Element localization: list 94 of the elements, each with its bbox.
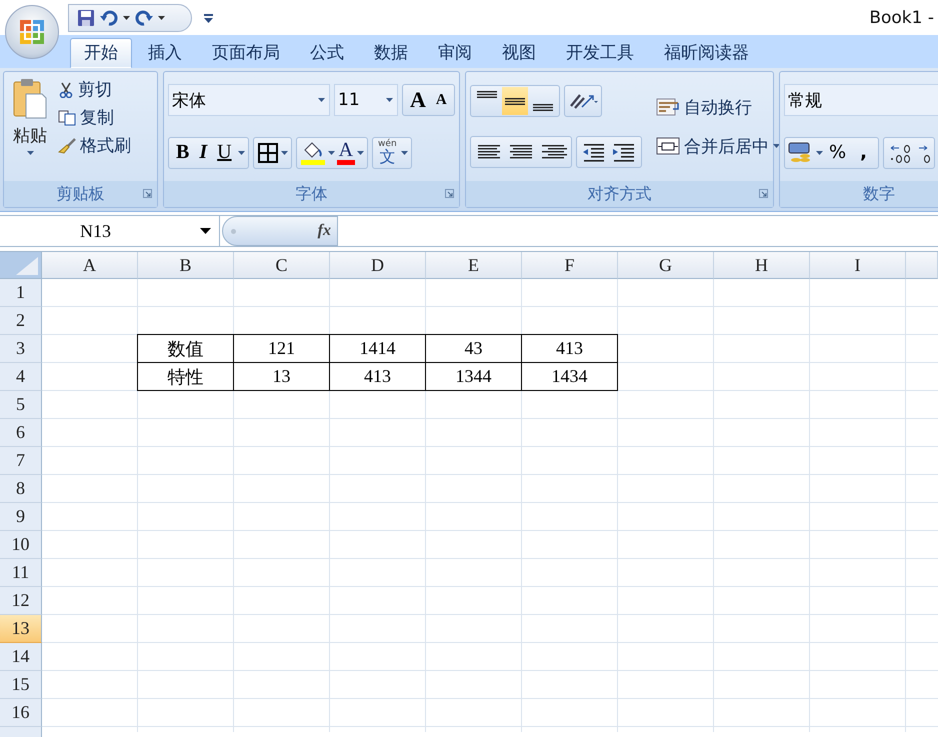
table-cell: 数值 [137,334,234,363]
clipboard-action-button[interactable]: 格式刷 [56,132,133,159]
clipboard-action-button[interactable]: 剪切 [56,76,133,103]
dialog-launcher-icon[interactable] [445,189,454,198]
table-cell: 1434 [521,362,618,391]
ribbon-tab[interactable]: 开发工具 [552,38,648,68]
caret-icon [357,150,364,155]
row-header[interactable]: 4 [0,363,42,391]
merge-cells-icon [656,137,680,155]
clipboard-action-button[interactable]: 复制 [56,104,133,131]
column-header[interactable]: H [714,252,810,279]
column-header[interactable]: E [426,252,522,279]
row-header[interactable]: 12 [0,587,42,615]
dropdown-arrow-icon [200,228,211,234]
column-header[interactable]: D [330,252,426,279]
column-header[interactable]: C [234,252,330,279]
column-header[interactable]: I [810,252,906,279]
row-header[interactable]: 13 [0,615,42,643]
office-logo-icon [17,17,47,47]
ribbon-tab[interactable]: 审阅 [424,38,486,68]
row-header[interactable]: 7 [0,447,42,475]
dialog-launcher-icon[interactable] [143,189,152,198]
shrink-font-button[interactable]: A [432,92,451,109]
caret-icon [318,98,325,102]
percent-button[interactable]: % [825,142,850,164]
caret-icon [328,150,335,155]
office-button[interactable] [5,5,59,59]
copy-icon [58,110,76,126]
caret-icon [773,144,780,148]
row-header[interactable]: 14 [0,643,42,671]
grow-font-button[interactable]: A [406,87,430,114]
borders-icon[interactable] [256,142,279,164]
group-label: 数字 [863,184,895,204]
font-style-button[interactable]: I [195,141,212,164]
window-title: Book1 - [869,8,935,28]
row-header[interactable]: 8 [0,475,42,503]
column-header[interactable]: A [42,252,138,279]
vertical-align-button[interactable] [502,87,528,116]
brush-icon [58,138,76,154]
save-icon[interactable] [77,8,95,26]
ribbon-tab[interactable]: 视图 [488,38,550,68]
row-header[interactable]: 1 [0,279,42,307]
row-header[interactable]: 9 [0,503,42,531]
comma-style-button[interactable]: , [852,142,875,164]
column-header[interactable]: G [618,252,714,279]
group-label: 对齐方式 [588,184,652,204]
scissors-icon [58,82,74,98]
table-cell: 413 [521,334,618,363]
ribbon-tab[interactable]: 开始 [70,38,132,68]
ribbon-tab[interactable]: 插入 [134,38,196,68]
fill-color-icon[interactable] [300,140,326,166]
redo-icon[interactable] [135,8,153,26]
insert-function-button[interactable]: fx [222,216,338,246]
group-label: 剪贴板 [56,184,104,204]
align-icon [533,104,553,112]
row-header[interactable]: 15 [0,671,42,699]
font-style-button[interactable]: B [172,141,194,164]
clipboard-icon [12,78,48,120]
column-header[interactable]: F [522,252,618,279]
name-box[interactable]: N13 [0,216,220,246]
undo-icon[interactable] [100,8,118,26]
triangle-icon [16,257,38,275]
row-header[interactable]: 6 [0,419,42,447]
number-format-field[interactable]: 常规 [784,84,938,116]
align-icon [505,98,525,105]
group-label: 字体 [296,184,328,204]
caret-icon [386,98,393,102]
paste-button[interactable]: 粘贴 [8,76,52,177]
row-header[interactable]: 3 [0,335,42,363]
row-header[interactable]: 5 [0,391,42,419]
wrap-text-icon [656,98,680,116]
customize-icon[interactable] [204,12,213,22]
row-header[interactable]: 2 [0,307,42,335]
row-header[interactable]: 10 [0,531,42,559]
column-header[interactable]: B [138,252,234,279]
font-style-button[interactable]: U [213,141,236,164]
ribbon-tab[interactable]: 数据 [360,38,422,68]
caret-icon[interactable] [123,16,130,20]
caret-icon [400,150,408,155]
caret-icon [280,150,288,155]
ribbon-tab[interactable]: 页面布局 [198,38,294,68]
ribbon-tab[interactable]: 福昕阅读器 [650,38,763,68]
row-header[interactable]: 11 [0,559,42,587]
font-name-field[interactable]: 宋体 [168,84,330,116]
caret-icon [816,150,823,155]
caret-icon [26,151,34,155]
row-header[interactable]: 16 [0,699,42,727]
ribbon-tab[interactable]: 公式 [296,38,358,68]
caret-icon [238,150,245,155]
align-icon [477,91,497,98]
dialog-launcher-icon[interactable] [759,189,768,198]
font-size-field[interactable]: 11 [334,84,398,116]
table-cell: 特性 [137,362,234,391]
caret-icon[interactable] [158,16,165,20]
